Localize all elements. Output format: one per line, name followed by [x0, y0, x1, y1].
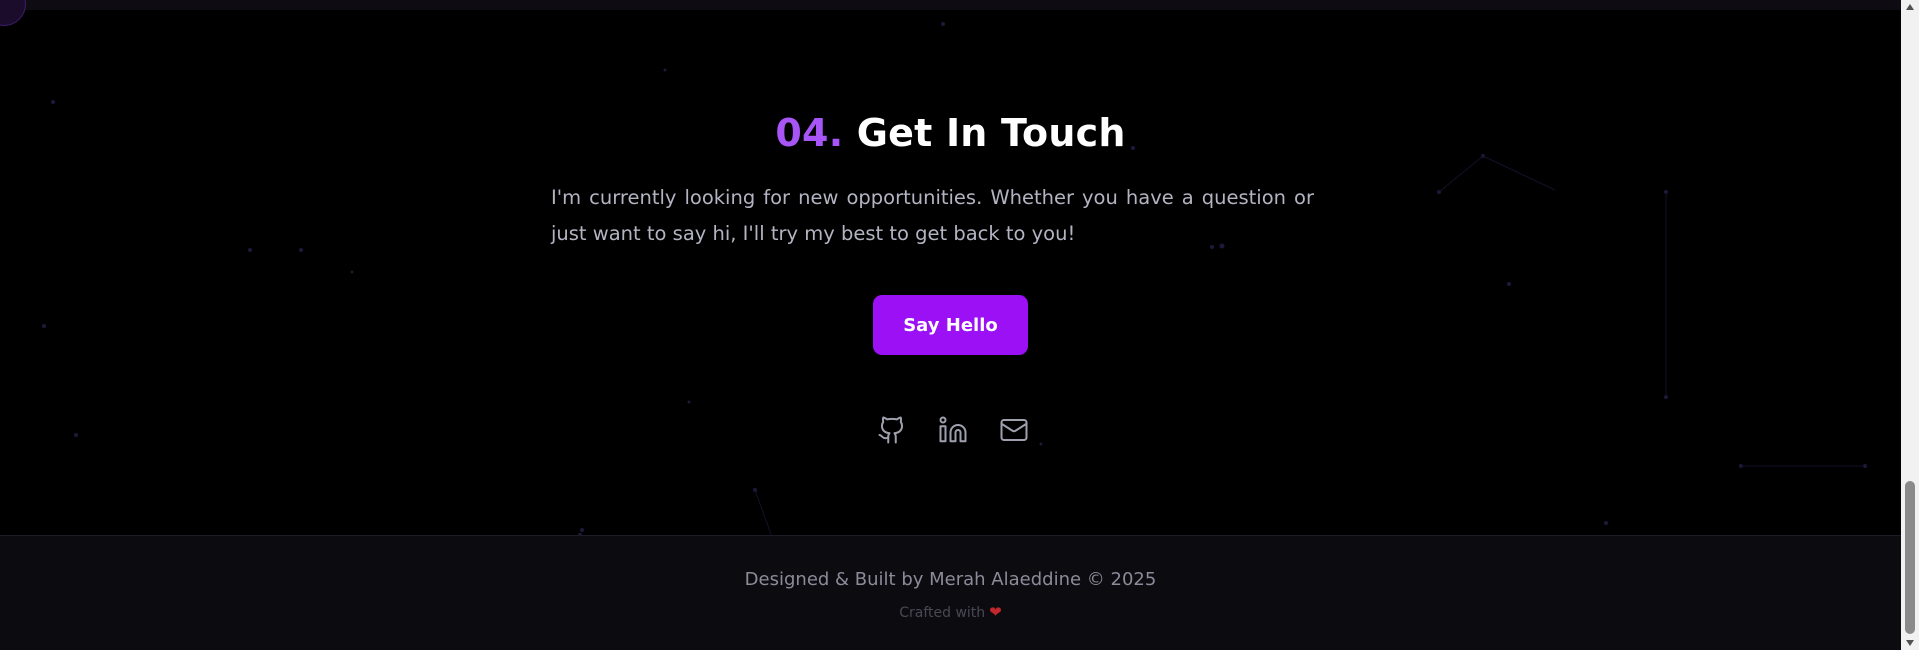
contact-description: I'm currently looking for new opportunit… — [551, 186, 1314, 245]
say-hello-button[interactable]: Say Hello — [873, 295, 1028, 355]
scroll-down-arrow-icon[interactable] — [1906, 640, 1914, 646]
contact-section: 04. Get In Touch I'm currently looking f… — [0, 10, 1901, 535]
crafted-with: Crafted with ❤ — [0, 603, 1901, 621]
footer: Designed & Built by Merah Alaeddine © 20… — [0, 535, 1901, 650]
github-icon — [878, 416, 904, 444]
social-links — [874, 412, 1032, 448]
scroll-up-arrow-icon[interactable] — [1906, 4, 1914, 10]
linkedin-icon — [939, 416, 967, 443]
mail-icon — [1000, 419, 1028, 441]
crafted-label: Crafted with — [899, 605, 986, 621]
scrollbar-thumb[interactable] — [1905, 481, 1915, 634]
heart-icon: ❤ — [989, 603, 1002, 621]
scrollbar[interactable] — [1901, 0, 1919, 650]
section-number: 04. — [775, 111, 844, 155]
footer-credit: Designed & Built by Merah Alaeddine © 20… — [744, 569, 1157, 590]
page: 04. Get In Touch I'm currently looking f… — [0, 0, 1919, 650]
github-link[interactable] — [874, 412, 910, 448]
section-heading: 04. Get In Touch — [0, 111, 1901, 155]
section-title: Get In Touch — [856, 111, 1126, 155]
linkedin-link[interactable] — [935, 412, 971, 448]
email-link[interactable] — [996, 412, 1032, 448]
